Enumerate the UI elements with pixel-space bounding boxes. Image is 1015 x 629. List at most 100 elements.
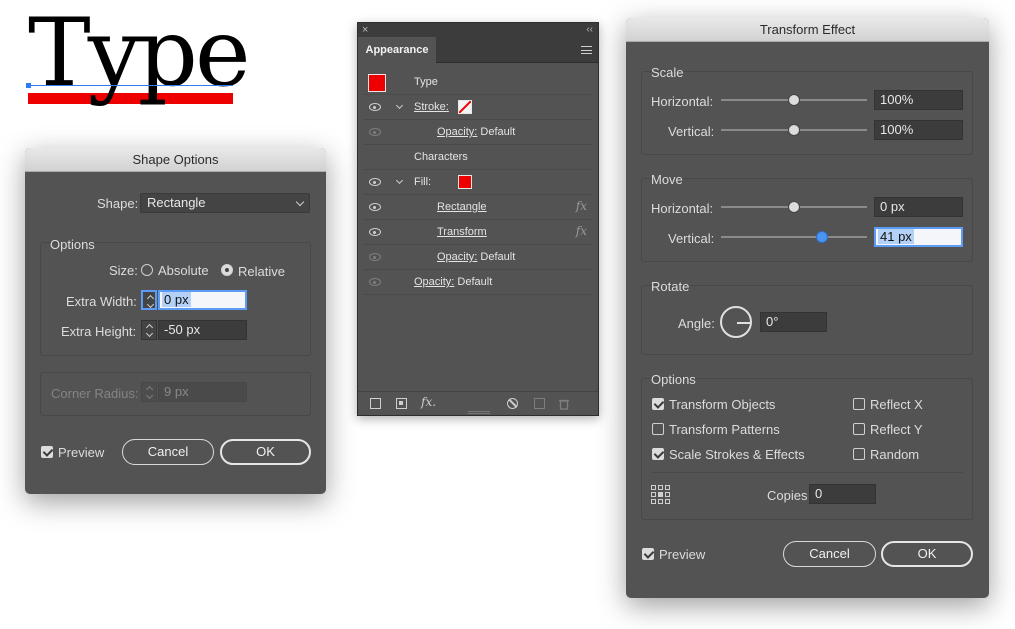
extra-width-stepper[interactable] <box>141 290 157 310</box>
reflect-x-checkbox[interactable] <box>853 398 865 410</box>
type-artwork[interactable]: Type <box>26 4 251 118</box>
move-vertical-input[interactable]: 41 px <box>874 227 963 247</box>
row-fill[interactable]: Fill: <box>364 170 593 195</box>
row-rectangle-effect[interactable]: Rectangle fx <box>364 195 593 220</box>
size-absolute-label[interactable]: Absolute <box>158 263 209 278</box>
scale-horizontal-input[interactable]: 100% <box>874 90 963 110</box>
move-horizontal-label: Horizontal: <box>651 201 714 216</box>
ok-button[interactable]: OK <box>881 541 973 567</box>
row-opacity[interactable]: Opacity: Default <box>364 270 593 295</box>
move-horizontal-input[interactable]: 0 px <box>874 197 963 217</box>
selection-baseline <box>28 85 233 86</box>
scale-strokes-checkbox[interactable] <box>652 448 664 460</box>
transform-objects-checkbox[interactable] <box>652 398 664 410</box>
reflect-y-checkbox[interactable] <box>853 423 865 435</box>
options-group-title: Options <box>50 237 95 252</box>
chevron-down-icon[interactable] <box>395 176 404 185</box>
transform-patterns-checkbox[interactable] <box>652 423 664 435</box>
scale-group <box>641 71 973 155</box>
random-checkbox[interactable] <box>853 448 865 460</box>
add-new-stroke-icon[interactable] <box>370 398 381 409</box>
row-opacity-text: Opacity: Default <box>414 276 493 288</box>
row-transform-effect[interactable]: Transform fx <box>364 220 593 245</box>
clear-appearance-icon[interactable] <box>507 398 518 409</box>
row-stroke-opacity[interactable]: Opacity: Default <box>364 120 593 145</box>
panel-footer: fx. <box>358 391 598 415</box>
stroke-none-swatch[interactable] <box>458 100 472 114</box>
preview-checkbox[interactable] <box>642 548 654 560</box>
scale-vertical-thumb[interactable] <box>788 124 800 136</box>
row-type-label: Type <box>414 76 438 88</box>
type-text[interactable]: Type <box>28 4 251 104</box>
shape-options-dialog: Shape Options Shape: Rectangle Options S… <box>25 148 326 494</box>
transform-objects-label[interactable]: Transform Objects <box>669 397 775 412</box>
transform-patterns-label[interactable]: Transform Patterns <box>669 422 780 437</box>
scale-horizontal-thumb[interactable] <box>788 94 800 106</box>
random-label[interactable]: Random <box>870 447 919 462</box>
row-type[interactable]: Type <box>364 70 593 95</box>
scale-vertical-label: Vertical: <box>668 124 715 139</box>
eye-icon[interactable] <box>369 178 381 186</box>
row-fill-label: Fill: <box>414 176 432 188</box>
extra-height-label: Extra Height: <box>61 324 137 339</box>
eye-icon[interactable] <box>369 228 381 236</box>
tab-appearance[interactable]: Appearance <box>358 37 436 63</box>
fill-swatch[interactable] <box>458 175 472 189</box>
eye-icon[interactable] <box>369 253 381 261</box>
collapse-icon[interactable]: ‹‹ <box>586 23 593 37</box>
reflect-y-label[interactable]: Reflect Y <box>870 422 923 437</box>
move-vertical-slider[interactable] <box>721 236 867 238</box>
row-transform-label[interactable]: Transform <box>437 226 487 238</box>
rotate-group-title: Rotate <box>651 279 690 294</box>
reference-point-icon[interactable] <box>651 485 671 505</box>
extra-width-input[interactable]: 0 px <box>158 290 247 310</box>
eye-icon[interactable] <box>369 278 381 286</box>
row-stroke-label[interactable]: Stroke: <box>414 101 449 113</box>
corner-radius-input: 9 px <box>158 382 247 402</box>
options-divider <box>651 472 963 473</box>
angle-label: Angle: <box>678 316 715 331</box>
size-relative-label[interactable]: Relative <box>238 264 285 279</box>
size-relative-radio[interactable] <box>221 264 233 276</box>
extra-height-stepper[interactable] <box>141 320 157 340</box>
chevron-down-icon[interactable] <box>395 101 404 110</box>
add-new-fill-icon[interactable] <box>396 398 407 409</box>
row-fill-opacity[interactable]: Opacity: Default <box>364 245 593 270</box>
extra-height-input[interactable]: -50 px <box>158 320 247 340</box>
row-characters[interactable]: Characters <box>364 145 593 170</box>
scale-vertical-input[interactable]: 100% <box>874 120 963 140</box>
preview-checkbox[interactable] <box>41 446 53 458</box>
row-rectangle-label[interactable]: Rectangle <box>437 201 487 213</box>
shape-select[interactable]: Rectangle <box>140 193 310 213</box>
angle-dial-icon[interactable] <box>720 306 752 338</box>
corner-radius-label: Corner Radius: <box>51 386 139 401</box>
type-swatch[interactable] <box>368 74 386 92</box>
move-vertical-thumb[interactable] <box>816 231 828 243</box>
ok-button[interactable]: OK <box>220 439 311 465</box>
angle-input[interactable]: 0° <box>760 312 827 332</box>
reflect-x-label[interactable]: Reflect X <box>870 397 923 412</box>
preview-label[interactable]: Preview <box>659 547 705 562</box>
row-fill-opacity-text: Opacity: Default <box>437 251 516 263</box>
panel-menu-icon[interactable] <box>581 46 592 54</box>
chevron-down-icon <box>295 197 305 207</box>
scale-strokes-label[interactable]: Scale Strokes & Effects <box>669 447 805 462</box>
copies-input[interactable]: 0 <box>809 484 876 504</box>
eye-icon[interactable] <box>369 103 381 111</box>
panel-topbar: × ‹‹ <box>358 23 598 37</box>
cancel-button[interactable]: Cancel <box>783 541 876 567</box>
transform-effect-title: Transform Effect <box>626 18 989 42</box>
add-new-effect-icon[interactable]: fx. <box>421 396 436 408</box>
resize-grip-icon[interactable] <box>468 411 490 414</box>
row-stroke[interactable]: Stroke: <box>364 95 593 120</box>
eye-icon[interactable] <box>369 128 381 136</box>
fx-icon: fx <box>575 199 587 213</box>
eye-icon[interactable] <box>369 203 381 211</box>
selection-anchor-handle[interactable] <box>26 83 31 88</box>
move-horizontal-thumb[interactable] <box>788 201 800 213</box>
cancel-button[interactable]: Cancel <box>122 439 214 465</box>
copies-label: Copies <box>767 488 808 503</box>
preview-label[interactable]: Preview <box>58 445 104 460</box>
size-absolute-radio[interactable] <box>141 264 153 276</box>
close-icon[interactable]: × <box>362 23 368 37</box>
